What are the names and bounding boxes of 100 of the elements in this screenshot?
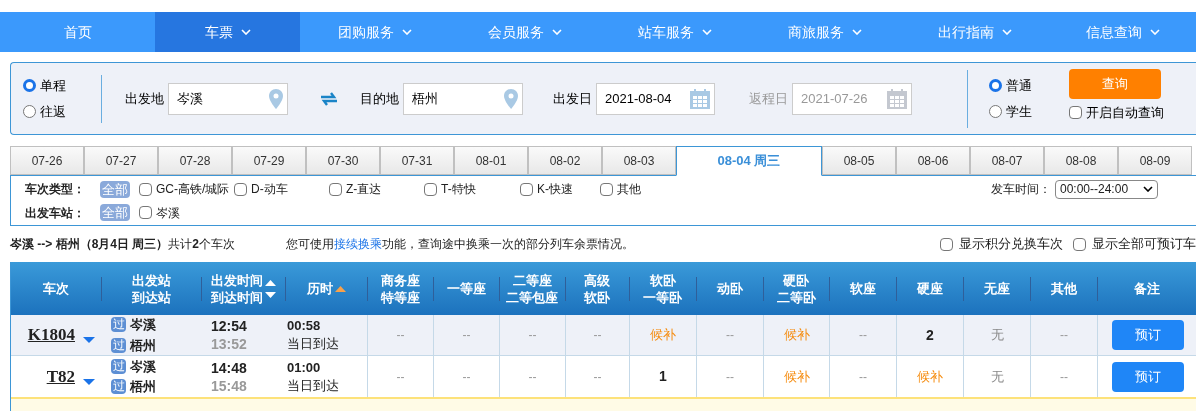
checkbox[interactable] [329,182,342,196]
depart-time: 14:48 [211,358,248,377]
date-tab[interactable]: 07-29 [232,146,306,175]
caret-down-icon[interactable] [83,378,95,385]
column-header: 高级 软卧 [584,271,610,306]
field-label: 出发日 [553,89,592,108]
date-tab[interactable]: 07-27 [84,146,158,175]
date-tab[interactable]: 07-30 [306,146,380,175]
seat-availability: 候补 [650,326,676,345]
checkbox-label: T-特快 [441,181,476,198]
input-field[interactable]: 2021-08-04 [596,82,715,115]
date-tab[interactable]: 08-02 [528,146,602,175]
chevron-down-icon [240,29,251,35]
filter-label: 出发车站： [25,204,86,222]
seat-availability: 2 [926,325,934,345]
date-tab[interactable]: 08-07 [970,146,1044,175]
column-header: 其他 [1050,280,1077,297]
checkbox-label: GC-高铁/城际 [156,181,230,198]
location-pin-icon [269,88,283,109]
column-header: 备注 [1134,280,1160,297]
radio-option[interactable]: 单程 [23,76,101,96]
checkbox-label: Z-直达 [346,181,382,198]
checkbox[interactable] [600,182,613,196]
input-field[interactable]: 梧州 [403,82,523,115]
radio-button[interactable] [23,104,36,118]
date-tab[interactable]: 08-09 [1118,146,1192,175]
column-header[interactable]: 出发时间 到达时间 [210,271,263,306]
chevron-down-icon [1002,29,1012,35]
checkbox[interactable] [940,237,953,251]
date-tab[interactable]: 08-06 [896,146,970,175]
nav-item[interactable]: 车票 [155,12,300,52]
date-tab[interactable]: 08-03 [602,146,676,175]
date-tab[interactable]: 08-01 [454,146,528,175]
column-header: 软卧 一等卧 [643,271,682,306]
book-button[interactable]: 预订 [1111,320,1184,350]
checkbox-label: 其他 [617,181,641,198]
date-tab[interactable]: 07-28 [158,146,232,175]
column-header: 硬座 [916,280,943,297]
chevron-down-icon [852,29,862,35]
arrive-time: 13:52 [211,335,248,353]
checkbox[interactable] [1069,106,1082,120]
radio-button[interactable] [23,79,36,93]
checkbox[interactable] [234,182,247,196]
station-name: 岑溪 [130,316,156,334]
column-header: 出发站 到达站 [131,271,171,306]
pass-through-badge: 过 [111,379,126,395]
date-tab[interactable]: 08-08 [1044,146,1118,175]
transfer-hint: 您可使用接续换乘功能，查询途中换乘一次的部分列车余票情况。 [286,236,634,253]
filter-label: 发车时间： [991,181,1051,198]
radio-option[interactable]: 普通 [989,76,1069,96]
caret-down-icon[interactable] [83,337,95,343]
duration: 01:00 [287,358,322,377]
date-tab[interactable]: 08-05 [822,146,896,175]
column-header[interactable]: 历时 [306,280,333,297]
checkbox[interactable] [139,182,152,196]
seat-availability: -- [859,327,867,344]
book-button[interactable]: 预订 [1111,361,1184,392]
transfer-link[interactable]: 接续换乘 [334,237,382,251]
chevron-down-icon [1143,186,1153,192]
seat-availability: -- [396,327,405,344]
column-header: 车次 [43,280,69,297]
seat-availability: -- [462,368,471,386]
input-field[interactable]: 岑溪 [168,82,288,115]
train-number[interactable]: K1804 [27,322,75,348]
seat-availability: -- [859,368,867,386]
chevron-down-icon [552,29,562,35]
date-tab[interactable]: 07-26 [10,146,84,175]
checkbox[interactable] [520,182,533,196]
checkbox[interactable] [424,182,437,196]
sort-icon[interactable] [264,277,276,300]
column-header: 硬卧 二等卧 [776,271,816,306]
checkbox[interactable] [139,206,152,219]
train-number[interactable]: T82 [46,363,75,390]
route-summary: 岑溪 --> 梧州（8月4日 周三）共计2个车次 [10,236,237,253]
field-label: 出发地 [125,89,164,108]
duration: 00:58 [287,317,322,335]
chevron-down-icon [702,29,712,35]
swap-icon[interactable] [320,91,338,106]
column-header: 一等座 [446,280,486,297]
pass-through-badge: 过 [111,317,126,333]
pass-through-badge: 过 [111,337,126,353]
radio-option[interactable]: 学生 [989,101,1069,121]
date-tab[interactable]: 07-31 [380,146,454,175]
radio-button[interactable] [989,79,1002,93]
time-select[interactable]: 00:00--24:00 [1055,179,1158,199]
column-header: 动卧 [716,280,743,297]
radio-button[interactable] [989,104,1002,118]
seat-availability: -- [593,327,602,344]
checkbox-label: 显示积分兑换车次 [959,235,1063,254]
station-name: 梧州 [130,378,156,396]
location-pin-icon [504,88,518,109]
seat-availability: 候补 [917,367,943,386]
checkbox[interactable] [1073,237,1086,251]
seat-availability: -- [726,327,734,344]
seat-availability: -- [1060,368,1068,386]
radio-option[interactable]: 往返 [23,101,101,121]
seat-availability: -- [1060,327,1068,344]
chevron-down-icon [1150,29,1160,35]
arrive-time: 15:48 [211,376,248,395]
seat-availability: -- [396,368,405,386]
